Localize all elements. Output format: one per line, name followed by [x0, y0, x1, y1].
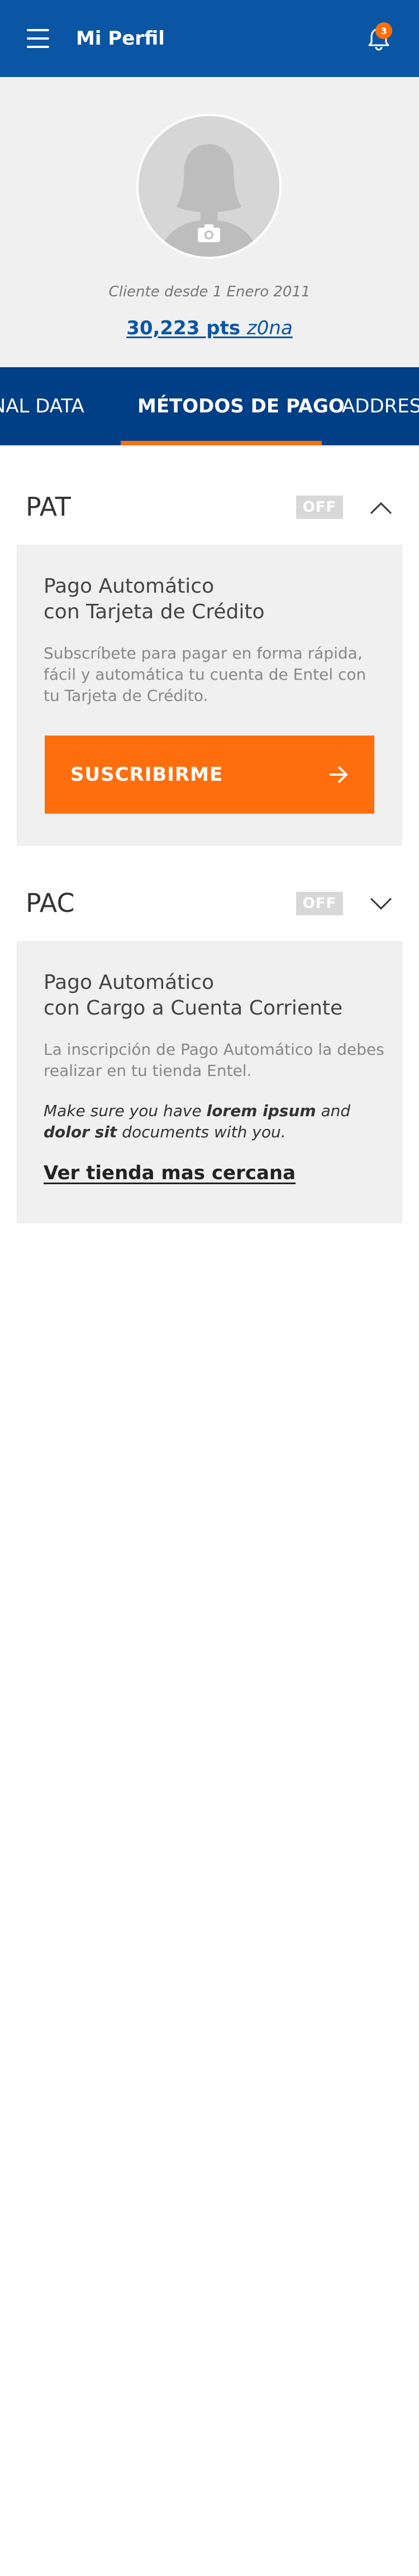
active-tab-indicator: [121, 441, 322, 445]
client-since-text: Cliente desde 1 Enero 2011: [108, 283, 311, 300]
pac-card-note: Make sure you have lorem ipsum and dolor…: [44, 1102, 351, 1141]
arrow-right-icon: [327, 763, 350, 786]
chevron-down-icon[interactable]: [369, 896, 393, 912]
zona-brand: z0na: [246, 317, 293, 339]
pac-card: Pago Automático con Cargo a Cuenta Corri…: [17, 941, 402, 1223]
pac-card-title-line1: Pago Automático: [44, 971, 215, 994]
pat-card-description: Subscríbete para pagar en forma rápida, …: [44, 644, 366, 705]
app-header: Mi Perfil 3: [0, 0, 419, 77]
pat-card-title-line1: Pago Automático: [44, 575, 215, 598]
chevron-up-icon[interactable]: [369, 500, 393, 516]
points-balance: 30,223 pts z0na: [0, 317, 419, 339]
tab-address[interactable]: ADDRESS: [342, 394, 419, 419]
notification-badge: 3: [375, 22, 392, 39]
nearest-store-link[interactable]: Ver tienda mas cercana: [44, 1162, 296, 1184]
pat-card-title-line2: con Tarjeta de Crédito: [44, 600, 265, 623]
points-link[interactable]: 30,223 pts z0na: [126, 317, 293, 339]
pat-card: Pago Automático con Tarjeta de Crédito S…: [17, 545, 402, 846]
subscribe-button-label: SUSCRIBIRME: [70, 763, 223, 786]
page-title: Mi Perfil: [76, 27, 165, 50]
pac-section-title: PAC: [26, 888, 75, 918]
profile-tabs: ONAL DATA MÉTODOS DE PAGO ADDRESS: [0, 367, 419, 445]
pac-card-title-line2: con Cargo a Cuenta Corriente: [44, 997, 343, 1020]
hamburger-menu-icon[interactable]: [27, 29, 49, 48]
pat-toggle[interactable]: OFF: [296, 496, 343, 519]
pac-toggle[interactable]: OFF: [296, 892, 343, 915]
pat-section-title: PAT: [26, 492, 71, 522]
camera-icon[interactable]: [196, 222, 222, 244]
points-value: 30,223 pts: [126, 317, 241, 339]
subscribe-button[interactable]: SUSCRIBIRME: [45, 736, 374, 814]
profile-section: Cliente desde 1 Enero 2011 30,223 pts z0…: [0, 77, 419, 367]
tab-personal-data[interactable]: ONAL DATA: [0, 394, 84, 419]
tab-payment-methods[interactable]: MÉTODOS DE PAGO: [137, 394, 345, 419]
pac-card-description: La inscripción de Pago Automático la deb…: [44, 1040, 384, 1080]
